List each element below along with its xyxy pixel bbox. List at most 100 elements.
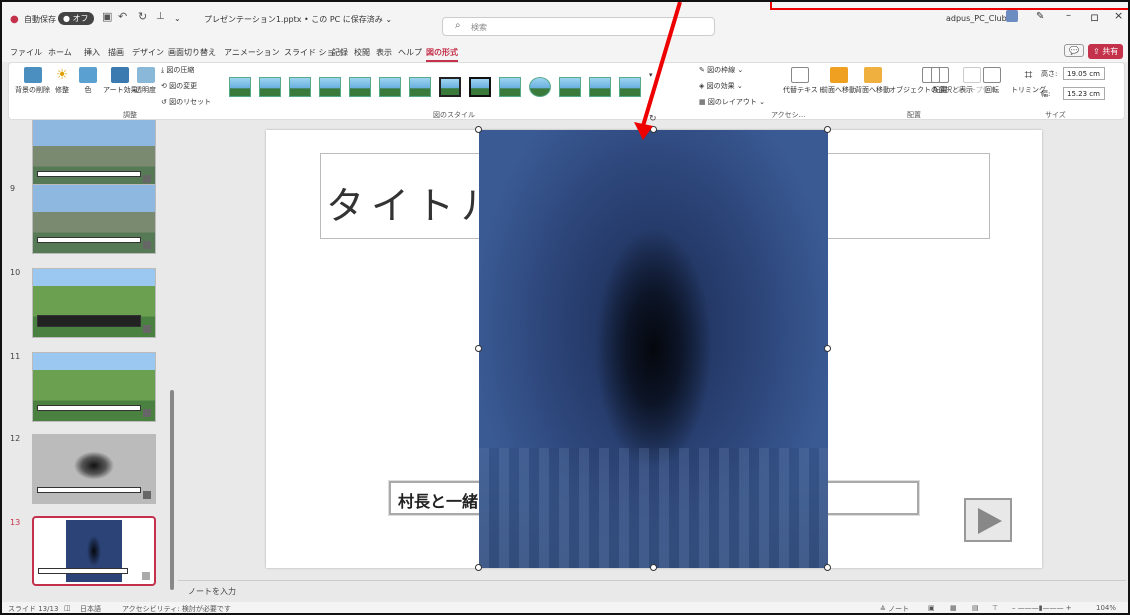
- picture-style-13[interactable]: [589, 77, 611, 97]
- picture-style-8[interactable]: [439, 77, 461, 97]
- restore-button[interactable]: ロ: [1090, 11, 1099, 24]
- slide-thumbnail-9[interactable]: [32, 184, 156, 254]
- styles-more-icon[interactable]: ▾: [649, 71, 653, 79]
- slideshow-icon[interactable]: ⊤: [992, 604, 998, 612]
- tab-animations[interactable]: アニメーション: [224, 47, 280, 58]
- resize-handle-top-right[interactable]: [824, 126, 831, 133]
- undo-icon[interactable]: ↶: [118, 10, 127, 23]
- picture-layout-button[interactable]: ▦ 図のレイアウト ⌄: [699, 97, 765, 107]
- slide-number: 9: [10, 184, 16, 193]
- thumbnail-scrollbar[interactable]: [168, 120, 176, 600]
- picture-style-9[interactable]: [469, 77, 491, 97]
- thumbnail-caption: [37, 237, 141, 243]
- tab-picture-format[interactable]: 図の形式: [426, 47, 458, 62]
- zoom-slider[interactable]: – ———▮——— +: [1012, 604, 1072, 612]
- picture-style-7[interactable]: [409, 77, 431, 97]
- resize-handle-bottom[interactable]: [650, 564, 657, 571]
- picture-style-2[interactable]: [259, 77, 281, 97]
- search-icon: ⌕: [455, 20, 461, 31]
- tab-file[interactable]: ファイル: [10, 47, 42, 58]
- tab-draw[interactable]: 描画: [108, 47, 124, 58]
- compress-pictures-button[interactable]: ⤓ 図の圧縮: [161, 65, 194, 75]
- tab-review[interactable]: 校閲: [354, 47, 370, 58]
- picture-style-5[interactable]: [349, 77, 371, 97]
- notes-placeholder[interactable]: ノートを入力: [188, 586, 236, 597]
- reading-view-icon[interactable]: ▤: [972, 604, 979, 612]
- app-logo-icon: ●: [10, 14, 19, 25]
- bring-forward-button[interactable]: 前面へ移動: [821, 67, 856, 95]
- slide-sorter-icon[interactable]: ▦: [950, 604, 957, 612]
- align-button[interactable]: 配置: [931, 67, 949, 95]
- crop-icon: ⌗: [1024, 67, 1033, 83]
- selected-picture-cave[interactable]: [479, 130, 828, 568]
- tab-record[interactable]: 記録: [332, 47, 348, 58]
- account-name[interactable]: adpus_PC_Club: [946, 14, 1007, 23]
- close-button[interactable]: ×: [1114, 9, 1123, 22]
- autosave-toggle[interactable]: ● オフ: [58, 12, 94, 25]
- language-status[interactable]: 日本語: [80, 604, 101, 613]
- color-button[interactable]: 色: [79, 67, 97, 95]
- corrections-button[interactable]: ☀ 修整: [53, 67, 71, 95]
- resize-handle-top[interactable]: [650, 126, 657, 133]
- avatar[interactable]: [1006, 10, 1018, 22]
- remove-background-button[interactable]: 背景の削除: [15, 67, 50, 95]
- slide-thumbnail-13[interactable]: [32, 516, 156, 586]
- transparency-button[interactable]: 透明度: [135, 67, 156, 95]
- zoom-level[interactable]: 104%: [1096, 604, 1116, 612]
- rotate-button[interactable]: 回転: [983, 67, 1001, 95]
- thumbnail-caption: [37, 171, 141, 177]
- caption-text[interactable]: 村長と一緒: [398, 488, 478, 512]
- normal-view-icon[interactable]: ▣: [928, 604, 935, 612]
- change-picture-button[interactable]: ⟲ 図の変更: [161, 81, 197, 91]
- picture-style-12[interactable]: [559, 77, 581, 97]
- tab-transitions[interactable]: 画面切り替え: [168, 47, 216, 58]
- picture-effects-button[interactable]: ◈ 図の効果 ⌄: [699, 81, 743, 91]
- reset-picture-button[interactable]: ↺ 図のリセット: [161, 97, 211, 107]
- customize-qat-icon[interactable]: ⌄: [174, 14, 181, 23]
- document-title[interactable]: プレゼンテーション1.pptx • この PC に保存済み ⌄: [204, 14, 392, 25]
- rotate-handle-icon[interactable]: ↻: [649, 114, 657, 124]
- picture-style-4[interactable]: [319, 77, 341, 97]
- search-box[interactable]: ⌕ 検索: [442, 17, 715, 36]
- picture-style-1[interactable]: [229, 77, 251, 97]
- width-input[interactable]: 15.23 cm: [1063, 87, 1105, 100]
- redo-icon[interactable]: ↻: [138, 10, 147, 23]
- artistic-effects-button[interactable]: アート効果: [103, 67, 138, 95]
- picture-style-14[interactable]: [619, 77, 641, 97]
- resize-handle-bottom-right[interactable]: [824, 564, 831, 571]
- next-button-shape[interactable]: [964, 498, 1012, 542]
- notes-button[interactable]: ≙ ノート: [880, 604, 909, 613]
- tab-view[interactable]: 表示: [376, 47, 392, 58]
- tab-home[interactable]: ホーム: [48, 47, 72, 58]
- picture-border-button[interactable]: ✎ 図の枠線 ⌄: [699, 65, 743, 75]
- picture-style-6[interactable]: [379, 77, 401, 97]
- picture-style-10[interactable]: [499, 77, 521, 97]
- tab-insert[interactable]: 挿入: [84, 47, 100, 58]
- thumbnail-next-icon: [142, 572, 150, 580]
- slide-thumbnail-10[interactable]: [32, 268, 156, 338]
- picture-style-3[interactable]: [289, 77, 311, 97]
- scrollbar-thumb[interactable]: [170, 390, 174, 590]
- height-input[interactable]: 19.05 cm: [1063, 67, 1105, 80]
- send-backward-button[interactable]: 背面へ移動: [855, 67, 890, 95]
- powerpoint-window: ● 自動保存 ● オフ ▣ ↶ ↻ ⊥ ⌄ プレゼンテーション1.pptx • …: [0, 0, 1130, 615]
- resize-handle-bottom-left[interactable]: [475, 564, 482, 571]
- slide-thumbnail-8[interactable]: [32, 120, 156, 188]
- slide-thumbnail-12[interactable]: [32, 434, 156, 504]
- present-icon[interactable]: ⊥: [156, 11, 165, 22]
- share-button[interactable]: ⇪ 共有: [1088, 44, 1124, 59]
- accessibility-status[interactable]: アクセシビリティ: 検討が必要です: [122, 604, 231, 613]
- resize-handle-top-left[interactable]: [475, 126, 482, 133]
- alt-text-button[interactable]: 代替テキスト: [783, 67, 825, 95]
- pen-icon[interactable]: ✎: [1036, 11, 1044, 22]
- tab-design[interactable]: デザイン: [132, 47, 164, 58]
- spelling-icon[interactable]: ◫: [64, 604, 71, 612]
- comments-icon[interactable]: 💬: [1064, 44, 1084, 57]
- slide-thumbnail-11[interactable]: [32, 352, 156, 422]
- save-icon[interactable]: ▣: [102, 10, 112, 23]
- tab-help[interactable]: ヘルプ: [398, 47, 422, 58]
- picture-style-11[interactable]: [529, 77, 551, 97]
- resize-handle-left[interactable]: [475, 345, 482, 352]
- resize-handle-right[interactable]: [824, 345, 831, 352]
- minimize-button[interactable]: –: [1066, 10, 1071, 21]
